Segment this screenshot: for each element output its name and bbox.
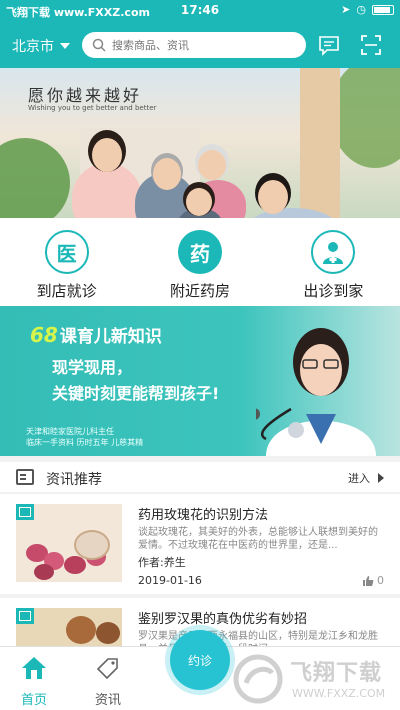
watermark-text: 飞翔下载 xyxy=(290,661,383,686)
promo-line-1: 现学现用， xyxy=(52,358,133,377)
status-icons: ➤ ◷ xyxy=(341,3,394,16)
hero-banner[interactable]: 愿你越来越好 Wishing you to get better and bet… xyxy=(0,68,400,218)
home-icon xyxy=(22,657,46,679)
message-icon[interactable] xyxy=(318,34,340,56)
luohanguo-thumbnail xyxy=(16,608,122,648)
news-date: 2019-01-16 xyxy=(138,574,202,587)
promo-banner[interactable]: 68 课育儿新知识 现学现用， 关键时刻更能帮到孩子! 天津和睦家医院儿科主任 临… xyxy=(0,306,400,456)
promo-line-2: 关键时刻更能帮到孩子! xyxy=(52,384,220,403)
promo-headline: 68 课育儿新知识 xyxy=(30,323,162,347)
banner-tree xyxy=(330,68,400,168)
banner-subslogan: Wishing you to get better and better xyxy=(28,104,157,112)
thumbs-up-icon xyxy=(363,575,374,586)
doctor-illustration xyxy=(256,328,376,456)
news-more-link[interactable]: 进入 xyxy=(348,470,384,486)
watermark-url: WWW.FXXZ.COM xyxy=(292,687,386,700)
father-head xyxy=(258,180,288,214)
tab-news[interactable]: 资讯 xyxy=(78,655,138,708)
doctor-icon xyxy=(311,230,356,274)
city-label: 北京市 xyxy=(12,39,54,55)
top-header: 北京市 xyxy=(0,22,400,68)
news-summary: 谈起玫瑰花，其美好的外表，总能够让人联想到美好的爱情。不过玫瑰花在中医药的世界里… xyxy=(138,527,378,551)
banner-pillar xyxy=(300,68,340,218)
watermark: 飞翔下载 WWW.FXXZ.COM xyxy=(232,651,397,707)
child-head xyxy=(186,188,212,216)
clock: 17:46 xyxy=(180,3,220,17)
tag-icon xyxy=(96,658,118,680)
image-icon xyxy=(16,504,34,520)
quick-action-home-visit[interactable]: 出诊到家 xyxy=(267,218,400,306)
news-title: 药用玫瑰花的识别方法 xyxy=(138,508,269,523)
location-icon: ➤ xyxy=(341,3,351,16)
chevron-right-icon xyxy=(378,473,384,483)
hospital-icon: 医 xyxy=(44,230,89,274)
quick-action-label: 到店就诊 xyxy=(36,282,97,300)
tab-home[interactable]: 首页 xyxy=(4,655,64,708)
status-bar: 飞翔下载 www.FXXZ.com 17:46 ➤ ◷ xyxy=(0,0,400,22)
search-bar[interactable] xyxy=(82,32,306,58)
appointment-button[interactable]: 约诊 xyxy=(170,630,230,690)
news-icon xyxy=(16,469,34,485)
pharmacy-icon: 药 xyxy=(177,230,222,274)
like-button[interactable]: 0 xyxy=(362,574,384,587)
scan-icon[interactable] xyxy=(360,34,382,56)
tab-label: 首页 xyxy=(20,693,47,708)
mother-head xyxy=(92,138,122,172)
city-selector[interactable]: 北京市 xyxy=(12,36,70,56)
grandmother-head xyxy=(198,150,226,180)
quick-action-clinic[interactable]: 医 到店就诊 xyxy=(0,218,133,306)
quick-action-label: 出诊到家 xyxy=(303,282,364,300)
quick-action-pharmacy[interactable]: 药 附近药房 xyxy=(133,218,266,306)
rose-thumbnail xyxy=(16,504,122,582)
battery-icon xyxy=(372,4,394,15)
alarm-icon: ◷ xyxy=(356,3,366,16)
quick-actions: 医 到店就诊 药 附近药房 出诊到家 xyxy=(0,218,400,306)
image-icon xyxy=(16,608,34,624)
news-title: 鉴别罗汉果的真伪优劣有妙招 xyxy=(138,612,308,627)
chevron-down-icon xyxy=(60,43,70,49)
like-count: 0 xyxy=(377,574,384,587)
news-author: 作者:养生 xyxy=(138,556,186,569)
news-section-title: 资讯推荐 xyxy=(46,472,102,488)
promo-number: 68 xyxy=(30,323,58,347)
news-item[interactable]: 药用玫瑰花的识别方法 谈起玫瑰花，其美好的外表，总能够让人联想到美好的爱情。不过… xyxy=(0,494,400,594)
search-icon xyxy=(92,38,106,52)
promo-credit: 天津和睦家医院儿科主任 临床一手资料 历时五年 儿慈其精 xyxy=(26,427,144,447)
news-section-header: 资讯推荐 进入 xyxy=(0,462,400,492)
grandfather-head xyxy=(153,158,181,190)
search-input[interactable] xyxy=(112,38,282,52)
tab-label: 资讯 xyxy=(94,693,121,708)
banner-tree xyxy=(0,138,70,218)
quick-action-label: 附近药房 xyxy=(169,282,230,300)
banner-slogan: 愿你越来越好 xyxy=(28,86,143,105)
watermark-logo xyxy=(233,654,283,704)
